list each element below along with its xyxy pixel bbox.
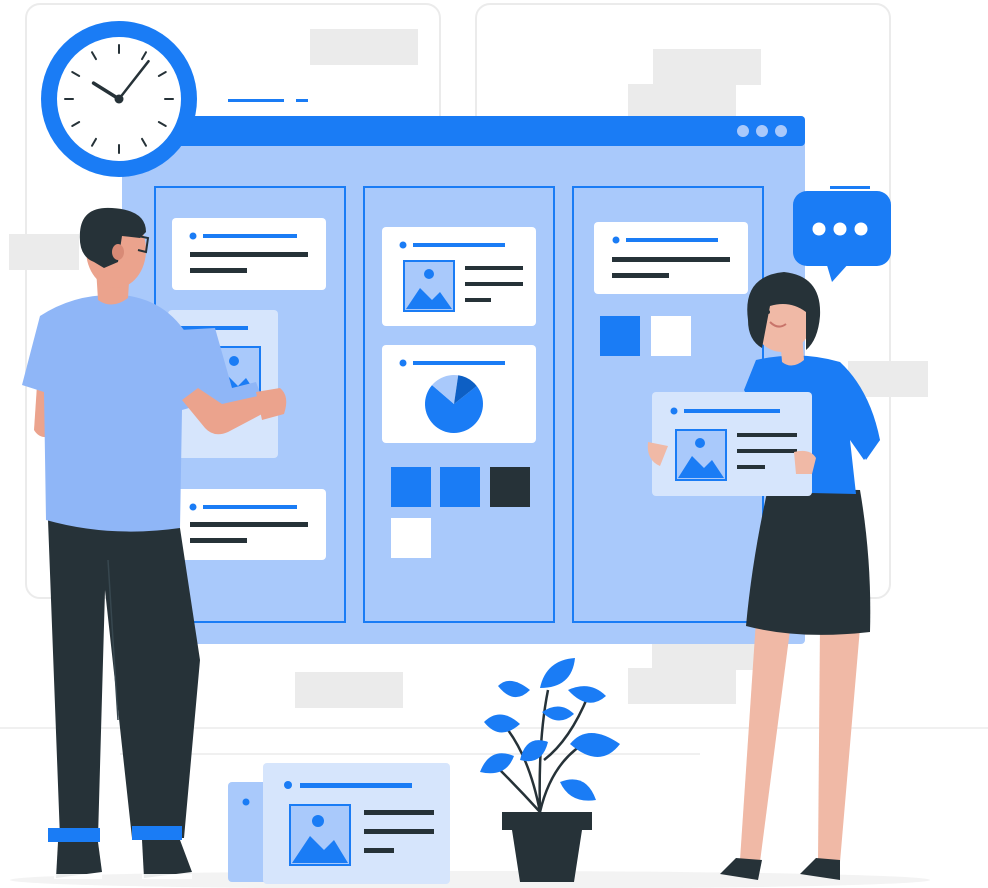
- floor-card-front: [263, 763, 450, 884]
- task-card: [172, 489, 326, 560]
- background-placeholder-block: [628, 668, 736, 704]
- man-sock: [48, 828, 100, 842]
- color-swatch: [490, 467, 530, 507]
- kanban-board-illustration: [0, 3, 988, 888]
- background-placeholder-block: [653, 49, 761, 85]
- task-card-chart: [382, 345, 536, 443]
- window-dots-icon: [737, 125, 787, 137]
- man-shoe: [56, 842, 102, 878]
- floor-cards: [228, 763, 450, 884]
- image-placeholder-icon: [289, 804, 351, 866]
- task-card: [594, 222, 748, 294]
- held-card: [652, 392, 812, 496]
- decorative-line: [296, 99, 308, 102]
- image-placeholder-icon: [403, 260, 455, 312]
- background-placeholder-block: [9, 234, 79, 270]
- decorative-line: [830, 186, 870, 189]
- color-swatch: [651, 316, 691, 356]
- color-swatch: [600, 316, 640, 356]
- woman-skirt: [746, 488, 871, 635]
- background-placeholder-block: [295, 672, 403, 708]
- task-card: [172, 218, 326, 290]
- task-card-image: [382, 227, 536, 326]
- man-trousers: [48, 515, 200, 838]
- man-shoe: [142, 840, 192, 878]
- background-placeholder-block: [628, 84, 736, 120]
- potted-plant: [480, 658, 620, 882]
- color-swatch: [440, 467, 480, 507]
- plant-pot: [512, 830, 582, 882]
- image-placeholder-icon: [675, 429, 727, 481]
- man-sock: [132, 826, 182, 840]
- woman-leg: [818, 625, 860, 862]
- plant-pot-rim: [502, 812, 592, 830]
- color-swatch: [391, 518, 431, 558]
- background-placeholder-block: [310, 29, 418, 65]
- board-window-titlebar: [122, 116, 805, 146]
- background-placeholder-block: [652, 642, 760, 670]
- pie-chart-icon: [425, 375, 483, 433]
- wall-clock-icon: [41, 21, 197, 177]
- chat-bubble-dots-icon: [793, 191, 891, 282]
- woman-hand: [794, 450, 816, 474]
- decorative-line: [228, 99, 284, 102]
- color-swatch: [391, 467, 431, 507]
